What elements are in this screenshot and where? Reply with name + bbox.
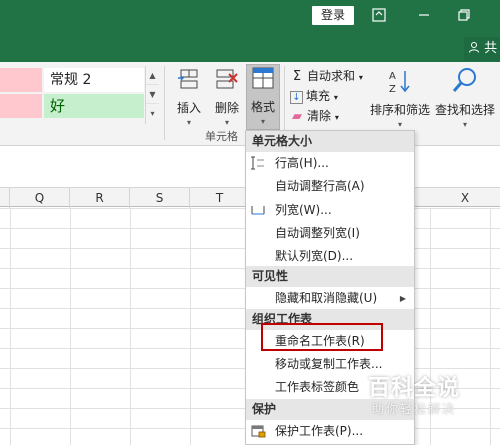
login-button[interactable]: 登录 [312,6,354,25]
menu-section-cell-size: 单元格大小 [246,131,414,152]
ribbon-display-icon[interactable] [370,6,388,24]
chevron-down-icon: ▾ [397,120,402,129]
fill-label: 填充 [306,89,331,103]
sigma-icon: Σ [292,69,302,84]
menu-item-label: 工作表标签颜色 [275,380,360,394]
styles-gallery-scroll[interactable]: ▲ ▼ ▾ [145,66,159,124]
menu-item-autofit-column[interactable]: 自动调整列宽(I) [246,222,414,245]
chevron-down-icon: ▾ [186,118,191,127]
find-select-button[interactable]: 查找和选择 ▾ [432,66,498,129]
column-header-x[interactable]: X [430,188,500,208]
menu-item-row-height[interactable]: 行高(H)... [246,152,414,175]
insert-label: 插入 [176,101,201,115]
gallery-down-icon[interactable]: ▼ [146,85,159,104]
menu-item-column-width[interactable]: 列宽(W)... [246,199,414,222]
protect-sheet-icon [251,425,266,438]
clear-label: 清除 [307,109,332,123]
format-button[interactable]: 格式 ▾ [246,64,280,130]
column-header-t[interactable]: T [190,188,250,208]
menu-item-label: 自动调整行高(A) [275,179,365,193]
menu-item-label: 默认列宽(D)... [275,249,354,263]
insert-cells-icon [178,69,198,89]
column-width-icon [251,206,265,215]
column-header-r[interactable]: R [70,188,130,208]
column-header-s[interactable]: S [130,188,190,208]
autosum-button[interactable]: Σ 自动求和 ▾ [290,67,363,85]
svg-text:A: A [389,71,396,82]
delete-label: 删除 [214,101,239,115]
menu-item-label: 自动调整列宽(I) [275,226,360,240]
menu-item-default-width[interactable]: 默认列宽(D)... [246,245,414,268]
menu-item-autofit-row[interactable]: 自动调整行高(A) [246,175,414,198]
watermark-logo: 百科全说 助你轻松解决 [350,360,500,422]
style-bad-swatch-2[interactable] [0,94,42,118]
svg-text:Z: Z [389,84,396,95]
eraser-icon: ▰ [292,109,302,124]
clear-button[interactable]: ▰ 清除 ▾ [290,107,339,125]
watermark-title: 百科全说 [368,376,461,401]
format-cells-icon [252,67,274,89]
restore-icon[interactable] [455,6,473,24]
chevron-down-icon: ▾ [224,118,229,127]
share-label: 共 [484,41,498,56]
chevron-down-icon: ▾ [260,117,265,126]
delete-button[interactable]: 删除 ▾ [208,66,246,127]
menu-item-label: 行高(H)... [275,156,329,170]
menu-item-label: 保护工作表(P)... [275,424,364,438]
sort-filter-label: 排序和筛选 [369,103,430,117]
fill-down-icon: ↓ [290,91,303,104]
rename-highlight-box [261,323,383,351]
chevron-right-icon: ▶ [399,294,406,303]
watermark-subtitle: 助你轻松解决 [372,402,457,416]
person-icon [469,42,479,53]
chevron-down-icon: ▾ [462,120,467,129]
insert-button[interactable]: 插入 ▾ [170,66,208,127]
fill-button[interactable]: ↓ 填充 ▾ [290,87,338,105]
sort-az-icon: A Z [389,71,410,95]
gallery-more-icon[interactable]: ▾ [146,104,159,123]
title-bar: 登录 共 [0,0,500,62]
style-normal-2[interactable]: 常规 2 [44,68,144,92]
menu-item-hide-unhide[interactable]: 隐藏和取消隐藏(U) ▶ [246,287,414,310]
search-icon [452,68,476,92]
style-good[interactable]: 好 [44,94,144,118]
format-label: 格式 [250,100,275,114]
minimize-icon[interactable] [415,6,433,24]
menu-section-visibility: 可见性 [246,266,414,287]
menu-item-label: 隐藏和取消隐藏(U) [275,291,378,305]
gallery-up-icon[interactable]: ▲ [146,66,159,85]
row-height-icon [251,156,264,170]
delete-cells-icon [216,69,238,89]
sort-filter-button[interactable]: A Z 排序和筛选 ▾ [368,66,432,129]
share-button[interactable]: 共 [464,37,500,61]
column-header-partial[interactable] [0,188,10,208]
find-select-label: 查找和选择 [434,103,495,117]
group-separator [284,66,285,140]
menu-item-label: 列宽(W)... [275,203,332,217]
menu-item-protect-sheet[interactable]: 保护工作表(P)... [246,420,414,443]
cells-group-label: 单元格 [205,130,238,143]
group-separator [164,66,165,140]
style-bad-swatch[interactable] [0,68,42,92]
autosum-label: 自动求和 [307,69,356,83]
column-header-q[interactable]: Q [10,188,70,208]
